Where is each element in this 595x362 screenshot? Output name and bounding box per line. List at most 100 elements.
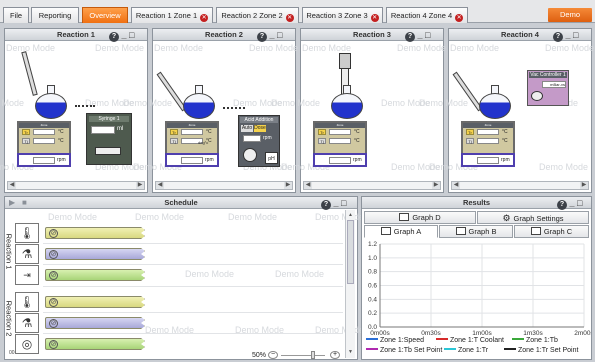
graph-d-button[interactable]: Graph D [364,211,476,224]
schedule-task-bar[interactable]: ⊘ [45,317,145,329]
close-tab-icon[interactable]: ✕ [200,14,209,22]
help-icon[interactable]: ? [405,32,415,42]
tj-setpoint-field[interactable] [329,138,351,144]
rpm-field[interactable] [33,157,55,164]
minimize-icon[interactable]: _ [570,198,575,208]
rpm-field[interactable] [181,157,203,164]
legend-entry[interactable]: Zone 1:T Coolant [436,337,504,344]
schedule-task-bar[interactable]: ⊘ [45,296,145,308]
syringe-device[interactable]: Syringe 1 ml [86,113,132,165]
help-icon[interactable]: ? [557,200,567,210]
tab-file[interactable]: File [3,7,29,23]
graph-tab-b[interactable]: Graph B [439,225,513,238]
graph-settings-button[interactable]: ⚙ Graph Settings [477,211,589,224]
scroll-left-arrow[interactable]: ◀ [156,182,164,189]
schedule-task-bar[interactable]: ⊘ [45,338,145,350]
legend-entry[interactable]: Zone 1:Tr [444,347,488,354]
graph-tab-c[interactable]: Graph C [514,225,589,238]
scroll-left-arrow[interactable]: ◀ [8,182,16,189]
zoom-in-button[interactable]: + [330,351,340,359]
schedule-row-label-2: Reaction 2 [3,292,15,348]
help-icon[interactable]: ? [321,200,331,210]
dose-mode-tab[interactable]: Dose [254,125,266,132]
maximize-icon[interactable]: □ [341,198,346,208]
tab-reaction-3-zone-3[interactable]: Reaction 3 Zone 3 ✕ [302,7,383,23]
schedule-task-bar[interactable]: ⊘ [45,269,145,281]
help-icon[interactable]: ? [257,32,267,42]
syringe-volume-field[interactable] [91,126,115,134]
help-icon[interactable]: ? [553,32,563,42]
legend-label: Zone 1:Tb Set Point [380,347,443,354]
tr-setpoint-field[interactable] [181,129,203,135]
schedule-vertical-scrollbar[interactable]: ▲ ▼ [345,210,355,358]
scroll-up-arrow[interactable]: ▲ [347,212,354,218]
rpm-field[interactable] [329,157,351,164]
rpm-field[interactable] [477,157,499,164]
scroll-left-arrow[interactable]: ◀ [304,182,312,189]
vac-pressure-field[interactable]: mBar-vs [542,81,566,88]
schedule-task-bar[interactable]: ⊘ [45,227,145,239]
thermometer-icon[interactable]: 🌡 [15,292,39,312]
legend-entry[interactable]: Zone 1:Speed [366,337,424,344]
legend-entry[interactable]: Zone 1:Tb [512,337,558,344]
close-tab-icon[interactable]: ✕ [370,14,379,22]
tab-reaction-1-zone-1[interactable]: Reaction 1 Zone 1 ✕ [131,7,213,23]
syringe-icon[interactable]: ⇥ [15,265,39,285]
minimize-icon[interactable]: _ [270,30,275,40]
zoom-slider-thumb[interactable] [311,351,315,359]
auto-mode-tab[interactable]: Auto [241,125,253,132]
maximize-icon[interactable]: □ [425,30,430,40]
legend-entry[interactable]: Zone 1:Tb Set Point [366,347,442,354]
help-icon[interactable]: ? [109,32,119,42]
scroll-right-arrow[interactable]: ▶ [580,182,588,189]
close-tab-icon[interactable]: ✕ [285,14,294,22]
scroll-right-arrow[interactable]: ▶ [284,182,292,189]
demo-button[interactable]: Demo [548,8,592,22]
scroll-right-arrow[interactable]: ▶ [432,182,440,189]
reaction-flask [479,85,511,119]
tj-setpoint-field[interactable] [477,138,499,144]
stirrer-icon[interactable]: ⚗ [15,313,39,333]
minimize-icon[interactable]: _ [122,30,127,40]
scroll-left-arrow[interactable]: ◀ [452,182,460,189]
acid-rate-field[interactable] [243,135,261,142]
tab-reporting[interactable]: Reporting [31,7,79,23]
horizontal-scrollbar[interactable]: ◀ ▶ [451,181,589,190]
maximize-icon[interactable]: □ [129,30,134,40]
legend-entry[interactable]: Zone 1:Tr Set Point [504,347,578,354]
tab-reaction-2-zone-2[interactable]: Reaction 2 Zone 2 ✕ [216,7,299,23]
acid-addition-device[interactable]: Acid Addition Auto Dose rpm pH [238,115,280,167]
temp-unit: °C [354,129,360,135]
tj-setpoint-field[interactable] [33,138,55,144]
horizontal-scrollbar[interactable]: ◀ ▶ [7,181,145,190]
maximize-icon[interactable]: □ [573,30,578,40]
maximize-icon[interactable]: □ [577,198,582,208]
ph-probe-icon[interactable]: ◎ [15,334,39,354]
close-tab-icon[interactable]: ✕ [455,14,464,22]
minimize-icon[interactable]: _ [334,198,339,208]
stirrer-icon[interactable]: ⚗ [15,244,39,264]
maximize-icon[interactable]: □ [277,30,282,40]
thermometer-icon[interactable]: 🌡 [15,223,39,243]
scroll-right-arrow[interactable]: ▶ [136,182,144,189]
tr-setpoint-field[interactable] [477,129,499,135]
tr-setpoint-field[interactable] [33,129,55,135]
horizontal-scrollbar[interactable]: ◀ ▶ [303,181,441,190]
zoom-out-button[interactable]: − [268,351,278,359]
zoom-slider-track[interactable] [281,355,325,356]
minimize-icon[interactable]: _ [566,30,571,40]
play-icon[interactable]: ▶ [9,198,15,207]
tj-setpoint-field[interactable]: deg°c [181,138,208,145]
stop-icon[interactable]: ■ [22,198,27,207]
schedule-task-bar[interactable]: ⊘ [45,248,145,260]
scroll-thumb[interactable] [347,220,354,284]
tab-overview[interactable]: Overview [82,7,128,23]
tab-reaction-4-zone-4[interactable]: Reaction 4 Zone 4 ✕ [386,7,468,23]
scroll-down-arrow[interactable]: ▼ [347,349,354,355]
tr-setpoint-field[interactable] [329,129,351,135]
graph-tab-a[interactable]: Graph A [364,225,438,238]
vac-controller-device[interactable]: Vac Controller 1 mBar-vs [527,70,569,106]
results-line-chart[interactable]: 0.00.20.40.60.81.01.20m00s 0m30s 1m00s 1m30… [362,239,591,339]
minimize-icon[interactable]: _ [418,30,423,40]
horizontal-scrollbar[interactable]: ◀ ▶ [155,181,293,190]
